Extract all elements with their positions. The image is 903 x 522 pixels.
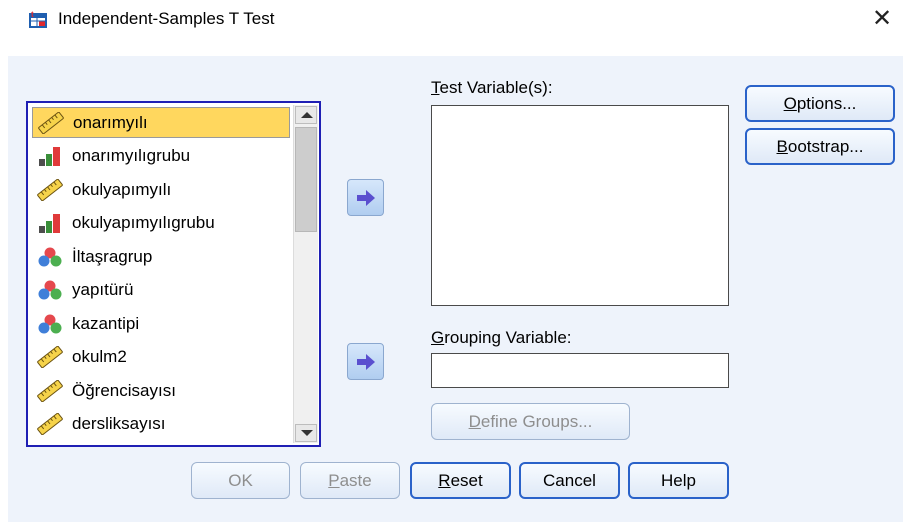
scale-ruler-icon bbox=[36, 345, 64, 369]
title-bar: t Independent-Samples T Test ✕ bbox=[0, 0, 903, 40]
variable-name: okulyapımyılı bbox=[72, 179, 172, 199]
scale-ruler-icon bbox=[36, 379, 64, 402]
scale-ruler-icon bbox=[36, 178, 64, 201]
variable-name: onarımyılıgrubu bbox=[72, 146, 191, 165]
variable-list-scrollbar[interactable] bbox=[293, 105, 318, 443]
variable-item[interactable]: okulm2 bbox=[32, 342, 290, 373]
variable-name: Öğrencisayısı bbox=[72, 380, 176, 400]
nominal-balls-icon bbox=[36, 313, 64, 335]
variable-name: dersliksayısı bbox=[72, 414, 166, 433]
help-button[interactable]: Help bbox=[628, 462, 729, 499]
test-variables-list[interactable] bbox=[431, 105, 729, 306]
variable-item[interactable]: yapıtürü bbox=[32, 275, 290, 306]
scale-ruler-icon bbox=[37, 111, 65, 134]
right-arrow-icon bbox=[357, 354, 375, 370]
svg-text:t: t bbox=[31, 10, 34, 19]
close-icon[interactable]: ✕ bbox=[869, 4, 895, 34]
ordinal-bars-icon bbox=[36, 212, 64, 234]
source-variable-list[interactable]: onarımyılı onarımyılıgrubu okulyapımyılı ok… bbox=[26, 101, 321, 447]
variable-name: onarımyılı bbox=[73, 112, 148, 132]
variable-item[interactable]: kazantipi bbox=[32, 308, 290, 339]
options-button[interactable]: Options... bbox=[745, 85, 895, 122]
reset-button[interactable]: Reset bbox=[410, 462, 511, 499]
move-to-grouping-variable-button[interactable] bbox=[347, 343, 384, 380]
paste-button[interactable]: Paste bbox=[300, 462, 400, 499]
window-title: Independent-Samples T Test bbox=[58, 9, 275, 28]
grouping-variable-field[interactable] bbox=[431, 353, 729, 388]
ordinal-bars-icon bbox=[36, 145, 64, 167]
define-groups-button[interactable]: Define Groups... bbox=[431, 403, 630, 440]
nominal-balls-icon bbox=[36, 246, 64, 268]
scroll-thumb[interactable] bbox=[295, 127, 317, 232]
scroll-up-icon[interactable] bbox=[295, 106, 317, 124]
nominal-balls-icon bbox=[36, 279, 64, 301]
test-variables-label: Test Variable(s): bbox=[431, 78, 553, 97]
variable-item[interactable]: okulyapımyılı bbox=[32, 174, 290, 205]
grouping-variable-label: Grouping Variable: bbox=[431, 328, 572, 347]
variable-name: kazantipi bbox=[72, 313, 140, 333]
variable-item[interactable]: Öğrencisayısı bbox=[32, 375, 290, 406]
variable-name: İltaşragrup bbox=[72, 246, 153, 266]
move-to-test-variables-button[interactable] bbox=[347, 179, 384, 216]
variable-item[interactable]: okulyapımyılıgrubu bbox=[32, 208, 290, 239]
ok-button[interactable]: OK bbox=[191, 462, 290, 499]
variable-item[interactable]: İltaşragrup bbox=[32, 241, 290, 272]
variable-name: okulyapımyılıgrubu bbox=[72, 213, 215, 232]
variable-name: okulm2 bbox=[72, 347, 127, 366]
bootstrap-button[interactable]: Bootstrap... bbox=[745, 128, 895, 165]
scale-ruler-icon bbox=[36, 412, 64, 436]
cancel-button[interactable]: Cancel bbox=[519, 462, 620, 499]
variable-item[interactable]: dersliksayısı bbox=[32, 409, 290, 440]
right-arrow-icon bbox=[357, 190, 375, 206]
scroll-down-icon[interactable] bbox=[295, 424, 317, 442]
spss-app-icon: t bbox=[29, 10, 47, 28]
variable-name: yapıtürü bbox=[72, 280, 134, 299]
variable-item[interactable]: onarımyılı bbox=[32, 107, 290, 138]
variable-item[interactable]: onarımyılıgrubu bbox=[32, 141, 290, 172]
